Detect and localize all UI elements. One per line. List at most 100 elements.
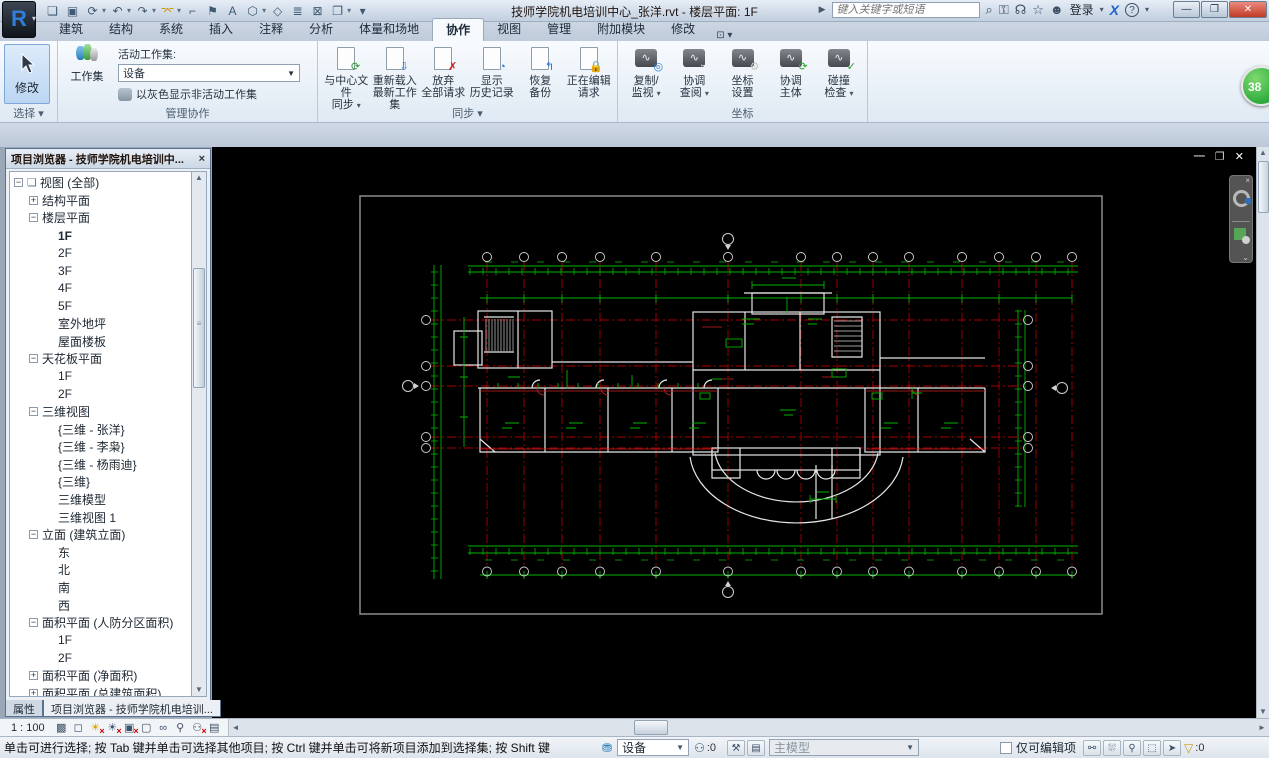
- editing-requests-icon[interactable]: ⚇: [694, 741, 705, 755]
- project-browser-titlebar[interactable]: 项目浏览器 - 技师学院机电培训中... ×: [6, 149, 210, 169]
- tree-expander-icon[interactable]: −: [14, 178, 23, 188]
- editable-only-box[interactable]: [1000, 741, 1013, 754]
- tree-item-室外地坪[interactable]: 室外地坪: [10, 315, 191, 333]
- panel-display-toggle-icon[interactable]: ⊡ ▾: [716, 30, 732, 41]
- help-icon[interactable]: ?: [1124, 2, 1139, 17]
- sun-path-icon[interactable]: ☀: [88, 721, 104, 738]
- hscroll-left-arrow[interactable]: ◄: [229, 719, 243, 736]
- signin-dropdown-icon[interactable]: ▾: [1100, 5, 1104, 14]
- tree-expander-icon[interactable]: −: [29, 354, 38, 364]
- ribbon-tab-插入[interactable]: 插入: [196, 18, 246, 41]
- ribbon-tab-协作[interactable]: 协作: [432, 18, 485, 41]
- synchronize-panel-label[interactable]: 同步 ▾: [318, 105, 617, 121]
- tree-expander-icon[interactable]: +: [29, 670, 38, 680]
- show-history-button[interactable]: ◔ 显示 历史记录: [468, 44, 517, 99]
- hscroll-right-arrow[interactable]: ►: [1255, 719, 1269, 736]
- interference-check-button[interactable]: ∿ ✓ 碰撞 检查 ▾: [815, 44, 863, 100]
- default-3d-view-icon[interactable]: ⬡: [244, 3, 261, 19]
- ribbon-tab-修改[interactable]: 修改: [658, 18, 708, 41]
- aligned-dimension-icon[interactable]: ⌐: [184, 3, 201, 19]
- editable-only-checkbox[interactable]: 仅可编辑项: [1000, 739, 1076, 756]
- tree-item-{三维 - 杨雨迪}[interactable]: {三维 - 杨雨迪}: [10, 456, 191, 474]
- tree-item-1F[interactable]: 1F: [10, 227, 191, 245]
- tree-expander-icon[interactable]: −: [29, 213, 38, 223]
- thin-lines-icon[interactable]: ≣: [289, 3, 306, 19]
- search-icon[interactable]: ⌕: [986, 2, 993, 18]
- reload-latest-button[interactable]: ⇩ 重新载入 最新工作集: [371, 44, 420, 111]
- tree-item-2F[interactable]: 2F: [10, 385, 191, 403]
- drag-on-selection-icon[interactable]: ➤: [1163, 739, 1182, 756]
- open-file-icon[interactable]: ❏: [44, 3, 61, 19]
- tree-item-北[interactable]: 北: [10, 561, 191, 579]
- tag-by-category-icon[interactable]: ⚑: [204, 3, 221, 19]
- signin-label[interactable]: 登录: [1070, 1, 1094, 18]
- select-by-face-icon[interactable]: ⬚: [1143, 739, 1162, 756]
- horizontal-scrollbar-thumb[interactable]: [633, 720, 668, 735]
- tree-expander-icon[interactable]: +: [29, 688, 38, 696]
- selection-filter-icon[interactable]: ▽: [1184, 741, 1193, 755]
- favorites-star-icon[interactable]: ☆: [1032, 2, 1044, 18]
- exchange-apps-icon[interactable]: X: [1110, 2, 1119, 18]
- view-scale-button[interactable]: 1 : 100: [6, 721, 50, 735]
- tree-item-{三维}[interactable]: {三维}: [10, 473, 191, 491]
- redo-icon-dropdown[interactable]: ▾: [152, 6, 156, 15]
- ribbon-tab-体量和场地[interactable]: 体量和场地: [346, 18, 432, 41]
- tree-expander-icon[interactable]: −: [29, 618, 38, 628]
- tree-item-楼层平面[interactable]: − 楼层平面: [10, 209, 191, 227]
- tree-item-2F[interactable]: 2F: [10, 649, 191, 667]
- tree-item-{三维 - 李枭}[interactable]: {三维 - 李枭}: [10, 438, 191, 456]
- minimize-button[interactable]: —: [1173, 1, 1200, 18]
- navbar-dropdown-icon[interactable]: ⌄: [1242, 253, 1249, 262]
- crop-region[interactable]: [359, 195, 1103, 615]
- ribbon-tab-系统[interactable]: 系统: [146, 18, 196, 41]
- communication-center-icon[interactable]: ☊: [1015, 2, 1027, 18]
- close-button[interactable]: ✕: [1229, 1, 1267, 18]
- zoom-tool-icon[interactable]: [1234, 228, 1250, 244]
- ribbon-tab-注释[interactable]: 注释: [246, 18, 296, 41]
- project-browser-scrollbar[interactable]: ▲ ▼: [192, 171, 207, 697]
- tree-item-5F[interactable]: 5F: [10, 297, 191, 315]
- select-underlay-icon[interactable]: ⛆: [1103, 739, 1122, 756]
- horizontal-scrollbar[interactable]: ◄ ►: [228, 719, 1269, 736]
- active-workset-dropdown[interactable]: 设备 ▼: [617, 739, 690, 756]
- tree-item-面积平面 (净面积)[interactable]: + 面积平面 (净面积): [10, 667, 191, 685]
- sync-with-central-icon-dropdown[interactable]: ▾: [102, 6, 106, 15]
- tree-item-立面 (建筑立面)[interactable]: − 立面 (建筑立面): [10, 526, 191, 544]
- tree-item-结构平面[interactable]: + 结构平面: [10, 192, 191, 210]
- help-dropdown-icon[interactable]: ▾: [1145, 5, 1149, 14]
- tree-expander-icon[interactable]: −: [29, 530, 38, 540]
- tree-item-三维视图 1[interactable]: 三维视图 1: [10, 508, 191, 526]
- temporary-view-properties-icon[interactable]: ▤: [207, 721, 222, 735]
- coordination-settings-button[interactable]: ∿ ⚙ 坐标 设置: [718, 44, 766, 99]
- ribbon-tab-附加模块[interactable]: 附加模块: [584, 18, 658, 41]
- tree-expander-icon[interactable]: +: [29, 195, 38, 205]
- section-icon[interactable]: ◇: [269, 3, 286, 19]
- measure-icon-dropdown[interactable]: ▾: [177, 6, 181, 15]
- temporary-hide-isolate-icon[interactable]: ∞: [156, 721, 171, 735]
- tree-item-西[interactable]: 西: [10, 596, 191, 614]
- dock-tab-project-browser[interactable]: 项目浏览器 - 技师学院机电培训...: [43, 700, 221, 717]
- sync-with-central-button[interactable]: ⟳ 与中心文件 同步 ▾: [322, 44, 371, 112]
- tree-item-4F[interactable]: 4F: [10, 280, 191, 298]
- undo-icon[interactable]: ↶: [109, 3, 126, 19]
- detail-level-icon[interactable]: ▩: [54, 721, 69, 735]
- switch-windows-icon-dropdown[interactable]: ▾: [347, 6, 351, 15]
- vertical-scrollbar[interactable]: ▲ ▼: [1256, 147, 1269, 718]
- customize-qat-icon[interactable]: ▾: [354, 3, 371, 19]
- gray-inactive-worksets-toggle[interactable]: 以灰色显示非活动工作集: [118, 86, 300, 102]
- ribbon-tab-分析[interactable]: 分析: [296, 18, 346, 41]
- worksets-dialog-icon[interactable]: ⚒: [727, 739, 746, 756]
- tree-item-东[interactable]: 东: [10, 543, 191, 561]
- visual-style-icon[interactable]: ◻: [71, 721, 86, 735]
- tree-item-{三维 - 张洋}[interactable]: {三维 - 张洋}: [10, 420, 191, 438]
- signin-user-icon[interactable]: ☻: [1050, 2, 1064, 17]
- active-workset-select[interactable]: 设备 ▼: [118, 64, 300, 82]
- tree-item-面积平面 (总建筑面积)[interactable]: + 面积平面 (总建筑面积): [10, 684, 191, 696]
- project-browser-close-icon[interactable]: ×: [199, 153, 205, 165]
- drawing-canvas[interactable]: — ❐ ✕ × ⌄: [212, 147, 1256, 718]
- tree-item-天花板平面[interactable]: − 天花板平面: [10, 350, 191, 368]
- coordination-review-button[interactable]: ∿ ≔ 协调 查阅 ▾: [670, 44, 718, 100]
- ribbon-tab-建筑[interactable]: 建筑: [46, 18, 96, 41]
- show-crop-region-icon[interactable]: ▢: [139, 721, 154, 735]
- default-3d-view-icon-dropdown[interactable]: ▾: [262, 6, 266, 15]
